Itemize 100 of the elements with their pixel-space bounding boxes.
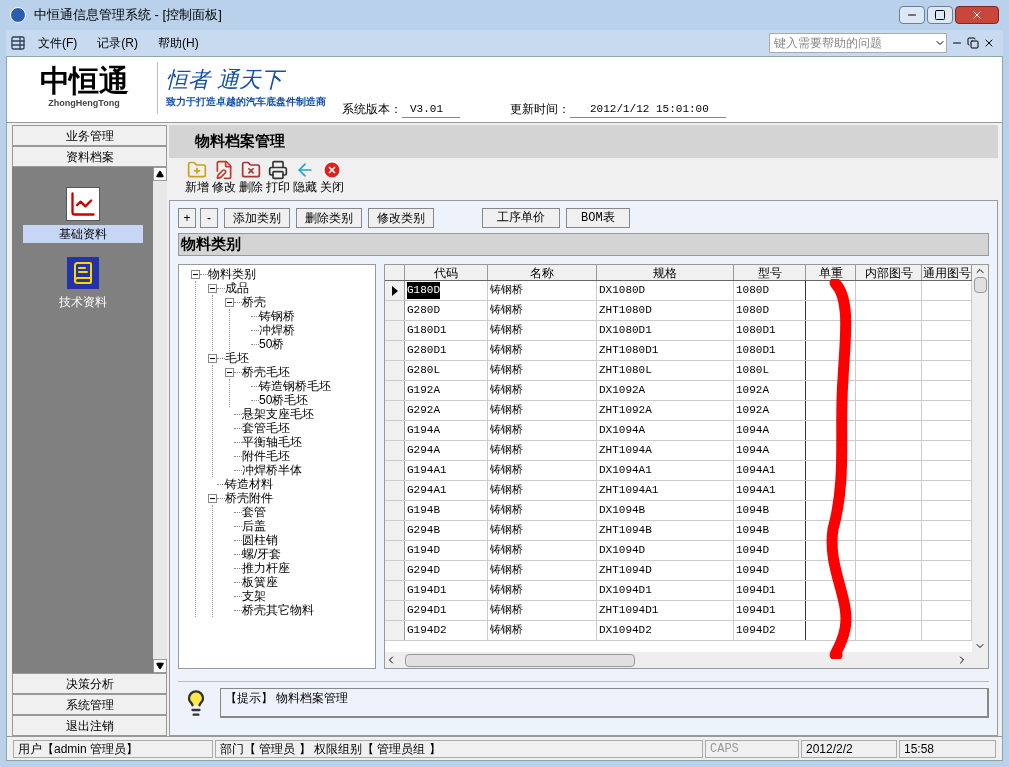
toolbar-button[interactable]: 关闭 xyxy=(320,160,344,194)
table-cell: 铸钢桥 xyxy=(488,521,597,540)
sidebar-group-button[interactable]: 退出注销 xyxy=(12,715,167,736)
action-button[interactable]: 工序单价 xyxy=(482,208,560,228)
sidebar-group-button[interactable]: 系统管理 xyxy=(12,694,167,715)
tree-item[interactable]: 推力杆座 xyxy=(242,561,290,575)
table-cell: 1094D2 xyxy=(734,621,806,640)
table-cell: DX1080D1 xyxy=(597,321,734,340)
table-cell: G192A xyxy=(405,381,488,400)
tree-item[interactable]: 圆柱销 xyxy=(242,533,278,547)
tree-item[interactable]: 桥壳 xyxy=(242,295,266,309)
menu-item[interactable]: 文件(F) xyxy=(30,34,86,52)
tree-item[interactable]: 悬架支座毛坯 xyxy=(242,407,314,421)
tree-item[interactable]: 铸造材料 xyxy=(225,477,273,491)
help-search-field[interactable]: 键入需要帮助的问题 xyxy=(769,33,947,53)
table-cell: G194D1 xyxy=(405,581,488,600)
table-cell: 铸钢桥 xyxy=(488,461,597,480)
column-header[interactable]: 名称 xyxy=(488,265,597,280)
table-cell: 铸钢桥 xyxy=(488,281,597,300)
table-cell: 1094A1 xyxy=(734,461,806,480)
table-cell: ZHT1080D xyxy=(597,301,734,320)
table-cell: G280D1 xyxy=(405,341,488,360)
table-cell: 铸钢桥 xyxy=(488,561,597,580)
tree-item[interactable]: 平衡轴毛坯 xyxy=(242,435,302,449)
column-header[interactable]: 型号 xyxy=(734,265,806,280)
table-cell: G180D xyxy=(405,281,488,300)
menu-item[interactable]: 帮助(H) xyxy=(150,34,207,52)
toolbar-button[interactable]: 修改 xyxy=(212,160,236,194)
tree-item[interactable]: 后盖 xyxy=(242,519,266,533)
status-bar-panel: CAPS xyxy=(705,739,799,758)
tree-item[interactable]: 铸钢桥 xyxy=(259,309,295,323)
tree-item[interactable]: 桥壳毛坯 xyxy=(242,365,290,379)
table-cell: 铸钢桥 xyxy=(488,321,597,340)
tree-item[interactable]: 支架 xyxy=(242,589,266,603)
category-button[interactable]: 修改类别 xyxy=(368,208,434,228)
table-cell: 1080D xyxy=(734,301,806,320)
sidebar-group-button[interactable]: 决策分析 xyxy=(12,673,167,694)
table-cell: ZHT1094D1 xyxy=(597,601,734,620)
table-cell: DX1094D xyxy=(597,541,734,560)
table-cell: DX1080D xyxy=(597,281,734,300)
tree-item[interactable]: 50桥 xyxy=(259,337,285,351)
column-header[interactable]: 规格 xyxy=(597,265,734,280)
table-cell: 1094D xyxy=(734,561,806,580)
tree-item[interactable]: 物料类别 xyxy=(208,267,256,281)
tree-item[interactable]: 50桥毛坯 xyxy=(259,393,309,407)
column-header[interactable]: 单重 xyxy=(806,265,856,280)
category-button[interactable]: + xyxy=(178,208,196,228)
page-title: 物料档案管理 xyxy=(195,131,285,152)
table-cell: 铸钢桥 xyxy=(488,481,597,500)
table-cell: ZHT1092A xyxy=(597,401,734,420)
tree-item[interactable]: 附件毛坯 xyxy=(242,449,290,463)
tree-item[interactable]: 毛坯 xyxy=(225,351,249,365)
table-cell: G194A xyxy=(405,421,488,440)
tree-item[interactable]: 铸造钢桥毛坯 xyxy=(259,379,331,393)
table-cell: 1094D1 xyxy=(734,581,806,600)
tree-item[interactable]: 冲焊桥半体 xyxy=(242,463,302,477)
category-button[interactable]: 添加类别 xyxy=(224,208,290,228)
table-cell: G194D xyxy=(405,541,488,560)
table-cell: DX1094D1 xyxy=(597,581,734,600)
tree-item[interactable]: 螺/牙套 xyxy=(242,547,282,561)
table-cell: G180D1 xyxy=(405,321,488,340)
toolbar-button[interactable]: 打印 xyxy=(266,160,290,194)
sidebar-group-button[interactable]: 业务管理 xyxy=(12,125,167,146)
action-button[interactable]: BOM表 xyxy=(566,208,630,228)
tree-item[interactable]: 套管 xyxy=(242,505,266,519)
table-cell: 铸钢桥 xyxy=(488,581,597,600)
tree-item[interactable]: 桥壳其它物料 xyxy=(242,603,314,617)
sidebar-item[interactable]: 基础资料 xyxy=(22,225,143,243)
column-header[interactable]: 内部图号 xyxy=(856,265,922,280)
status-bar-panel: 2012/2/2 xyxy=(801,739,897,758)
tree-item[interactable]: 板簧座 xyxy=(242,575,278,589)
toolbar-button[interactable]: 新增 xyxy=(185,160,209,194)
category-button[interactable]: 删除类别 xyxy=(296,208,362,228)
table-cell: 1080L xyxy=(734,361,806,380)
table-cell: 1094A1 xyxy=(734,481,806,500)
status-bar-panel: 15:58 xyxy=(899,739,996,758)
window-title: 中恒通信息管理系统 - [控制面板] xyxy=(34,6,222,25)
version-value: V3.01 xyxy=(402,100,460,118)
table-cell: 1092A xyxy=(734,381,806,400)
tree-item[interactable]: 桥壳附件 xyxy=(225,491,273,505)
update-time-value: 2012/1/12 15:01:00 xyxy=(570,100,726,118)
table-cell: G294A1 xyxy=(405,481,488,500)
tree-item[interactable]: 成品 xyxy=(225,281,249,295)
table-cell: 铸钢桥 xyxy=(488,421,597,440)
update-time-label: 更新时间： xyxy=(510,101,570,118)
category-button[interactable]: - xyxy=(200,208,218,228)
table-cell: 1080D xyxy=(734,281,806,300)
menu-item[interactable]: 记录(R) xyxy=(89,34,146,52)
table-cell: 铸钢桥 xyxy=(488,501,597,520)
sidebar-item[interactable]: 技术资料 xyxy=(22,293,143,311)
logo: 中恒通 xyxy=(40,64,128,97)
tree-item[interactable]: 套管毛坯 xyxy=(242,421,290,435)
toolbar-button[interactable]: 隐藏 xyxy=(293,160,317,194)
table-cell: DX1094A1 xyxy=(597,461,734,480)
table-cell: ZHT1094A1 xyxy=(597,481,734,500)
toolbar-button[interactable]: 删除 xyxy=(239,160,263,194)
table-cell: G294A xyxy=(405,441,488,460)
column-header[interactable]: 代码 xyxy=(405,265,488,280)
tree-item[interactable]: 冲焊桥 xyxy=(259,323,295,337)
sidebar-group-button[interactable]: 资料档案 xyxy=(12,146,167,167)
